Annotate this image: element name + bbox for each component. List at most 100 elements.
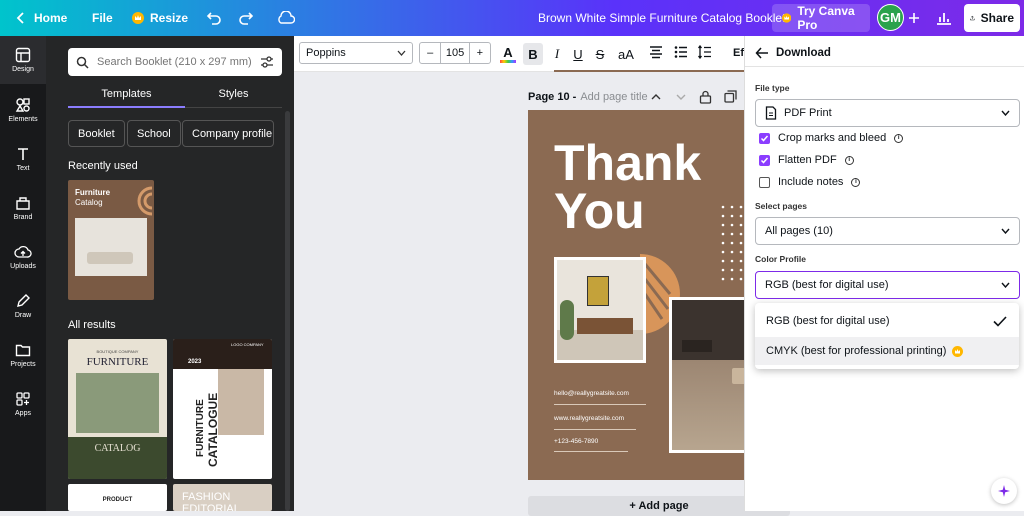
chip-school[interactable]: School xyxy=(127,120,181,147)
panel-scrollbar[interactable] xyxy=(285,111,290,511)
info-icon[interactable]: i xyxy=(851,177,861,187)
rail-item-uploads[interactable]: Uploads xyxy=(0,233,46,281)
search-input[interactable] xyxy=(97,56,252,68)
rail-item-draw[interactable]: Draw xyxy=(0,282,46,330)
rail-item-text[interactable]: Text xyxy=(0,135,46,183)
font-family-select[interactable]: Poppins xyxy=(299,42,413,64)
rail-item-apps[interactable]: Apps xyxy=(0,380,46,428)
align-button[interactable] xyxy=(649,45,663,59)
flatten-pdf-checkbox[interactable] xyxy=(759,154,770,166)
color-option-cmyk[interactable]: CMYK (best for professional printing) xyxy=(755,337,1019,365)
try-pro-label: Try Canva Pro xyxy=(797,4,855,32)
check-icon xyxy=(760,135,769,142)
recent-template-thumbnail[interactable]: Furniture Catalog xyxy=(68,180,154,300)
underline-button[interactable]: U xyxy=(568,43,588,65)
design-title-thank[interactable]: Thank xyxy=(554,138,701,188)
template-thumbnail-furniture[interactable]: BOUTIQUE COMPANY FURNITURE CATALOG xyxy=(68,339,167,479)
page-title-input[interactable]: Add page title xyxy=(580,91,647,103)
italic-button[interactable]: I xyxy=(547,43,567,65)
rail-item-design[interactable]: Design xyxy=(0,36,46,84)
back-button[interactable] xyxy=(755,46,769,60)
select-pages-label: Select pages xyxy=(755,201,807,211)
avatar[interactable]: GM xyxy=(877,4,904,31)
text-color-button[interactable]: A xyxy=(500,45,516,63)
template-thumbnail-product[interactable]: PRODUCT xyxy=(68,484,167,511)
page-up-button[interactable] xyxy=(650,91,662,103)
color-profile-select[interactable]: RGB (best for digital use) xyxy=(755,271,1020,299)
strikethrough-button[interactable]: S xyxy=(590,43,610,65)
chevron-down-icon xyxy=(676,94,686,100)
invite-button[interactable] xyxy=(902,6,926,30)
spacing-button[interactable] xyxy=(698,45,712,59)
rail-item-elements[interactable]: Elements xyxy=(0,86,46,134)
list-button[interactable] xyxy=(674,45,688,59)
magic-assistant-button[interactable] xyxy=(991,478,1017,504)
thumb-photo xyxy=(75,218,147,276)
chip-company-profile[interactable]: Company profile xyxy=(182,120,274,147)
share-button[interactable]: Share xyxy=(964,4,1020,32)
font-size-decrease-button[interactable]: – xyxy=(420,43,442,63)
page-down-button[interactable] xyxy=(675,91,687,103)
crop-marks-checkbox[interactable] xyxy=(759,132,770,144)
info-icon[interactable]: i xyxy=(844,155,854,165)
color-profile-value: RGB (best for digital use) xyxy=(765,279,889,291)
letter-case-button[interactable]: aA xyxy=(615,43,637,65)
template-thumbnail-fashion[interactable]: FASHION EDITORIAL xyxy=(173,484,272,511)
brand-icon xyxy=(16,197,30,210)
filter-icon[interactable] xyxy=(260,56,274,68)
include-notes-option[interactable]: Include notes i xyxy=(759,176,861,188)
undo-button[interactable] xyxy=(202,6,226,30)
upload-icon xyxy=(970,15,975,21)
insights-button[interactable] xyxy=(932,6,956,30)
design-photo-sideboard[interactable] xyxy=(554,257,646,363)
chip-booklet[interactable]: Booklet xyxy=(68,120,125,147)
duplicate-page-button[interactable] xyxy=(724,90,737,103)
effects-button[interactable]: Effects xyxy=(733,47,744,59)
design-phone[interactable]: +123-456-7890 xyxy=(554,438,598,445)
document-title-label: Brown White Simple Furniture Catalog Boo… xyxy=(538,11,786,25)
font-size-input[interactable]: 105 xyxy=(441,43,468,63)
redo-button[interactable] xyxy=(234,6,258,30)
design-email[interactable]: hello@reallygreatsite.com xyxy=(554,390,629,397)
tab-styles[interactable]: Styles xyxy=(185,88,282,108)
include-notes-label: Include notes xyxy=(778,176,844,188)
chevron-down-icon xyxy=(1001,228,1010,234)
resize-button[interactable]: Resize xyxy=(132,0,188,36)
font-size-increase-button[interactable]: + xyxy=(468,43,490,63)
lock-page-button[interactable] xyxy=(699,90,712,104)
bar-chart-icon xyxy=(937,13,951,25)
file-menu-button[interactable]: File xyxy=(92,0,113,36)
home-button[interactable]: Home xyxy=(14,0,67,36)
rail-label: Text xyxy=(16,165,30,172)
plus-icon xyxy=(909,13,919,23)
cloud-save-button[interactable] xyxy=(274,6,298,30)
layout-icon xyxy=(15,47,31,63)
document-title[interactable]: Brown White Simple Furniture Catalog Boo… xyxy=(538,0,785,36)
rail-item-brand[interactable]: Brand xyxy=(0,184,46,232)
template-thumbnail-catalogue[interactable]: 2023 LOGO COMPANY FURNITURE CATALOGUE xyxy=(173,339,272,479)
tab-templates[interactable]: Templates xyxy=(68,88,185,108)
cloud-upload-icon xyxy=(14,245,32,258)
thumb-small-text: BOUTIQUE COMPANY xyxy=(96,349,139,354)
flatten-pdf-option[interactable]: Flatten PDF i xyxy=(759,154,854,166)
undo-icon xyxy=(206,12,221,25)
thumb-title: FASHION xyxy=(182,491,231,503)
thumb-logo: LOGO COMPANY xyxy=(231,342,264,347)
design-website[interactable]: www.reallygreatsite.com xyxy=(554,415,624,422)
file-type-select[interactable]: PDF Print xyxy=(755,99,1020,127)
template-search[interactable] xyxy=(68,48,282,76)
try-pro-button[interactable]: Try Canva Pro xyxy=(772,4,870,32)
shapes-icon xyxy=(15,98,30,112)
select-pages-select[interactable]: All pages (10) xyxy=(755,217,1020,245)
share-label: Share xyxy=(980,11,1014,25)
design-title-you[interactable]: You xyxy=(554,186,645,236)
include-notes-checkbox[interactable] xyxy=(759,176,770,188)
lock-icon xyxy=(699,90,712,104)
text-icon xyxy=(18,148,28,160)
rail-item-projects[interactable]: Projects xyxy=(0,331,46,379)
chevron-down-icon xyxy=(397,50,406,56)
color-option-rgb[interactable]: RGB (best for digital use) xyxy=(755,307,1019,335)
info-icon[interactable]: i xyxy=(894,133,904,143)
bold-button[interactable]: B xyxy=(523,43,543,65)
crop-marks-option[interactable]: Crop marks and bleed i xyxy=(759,132,904,144)
